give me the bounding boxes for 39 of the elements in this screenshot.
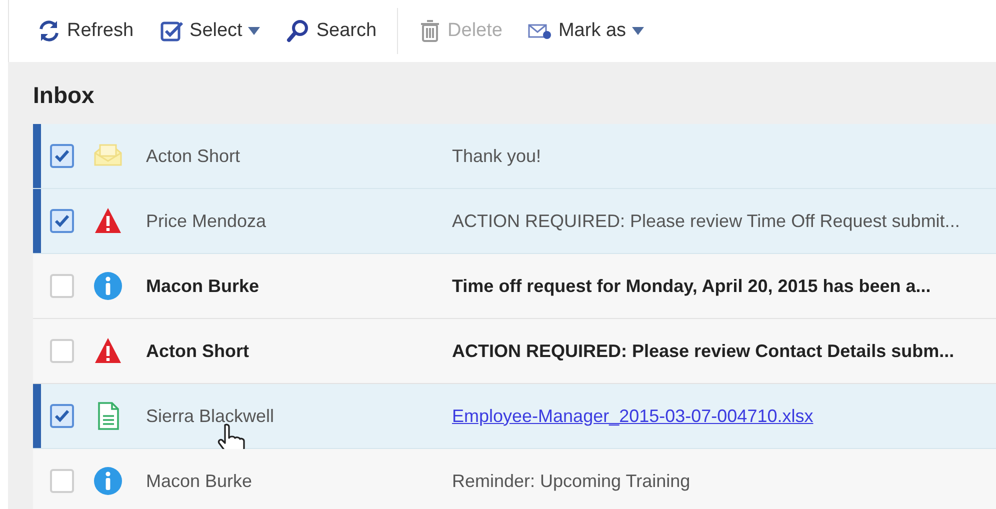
folder-title: Inbox bbox=[33, 81, 96, 110]
check-icon bbox=[54, 214, 70, 228]
checkbox[interactable] bbox=[50, 469, 74, 493]
info-icon bbox=[93, 466, 123, 496]
toolbar-button[interactable]: Refresh bbox=[27, 12, 144, 50]
checkbox[interactable] bbox=[50, 274, 74, 298]
warning-icon bbox=[93, 206, 123, 236]
toolbar-button[interactable]: Search bbox=[276, 12, 387, 50]
checkbox-icon bbox=[160, 19, 184, 43]
checkbox[interactable] bbox=[50, 404, 74, 428]
toolbar-button[interactable]: Select bbox=[150, 12, 270, 50]
sender-name: Macon Burke bbox=[146, 470, 254, 492]
warning-icon bbox=[93, 336, 123, 366]
check-icon bbox=[54, 149, 70, 163]
search-icon bbox=[286, 19, 310, 43]
sender-name: Macon Burke bbox=[146, 274, 260, 298]
checkbox[interactable] bbox=[50, 144, 74, 168]
message-subject: Time off request for Monday, April 20, 2015 has been a... bbox=[452, 274, 931, 298]
sender-name: Acton Short bbox=[146, 144, 242, 168]
message-subject: ACTION REQUIRED: Please review Time Off Request submit... bbox=[452, 210, 960, 233]
message-row[interactable]: Acton Short Thank you! bbox=[33, 124, 996, 189]
sender-name: Acton Short bbox=[146, 340, 250, 362]
message-subject: Reminder: Upcoming Training bbox=[452, 470, 690, 493]
checkbox[interactable] bbox=[50, 209, 74, 233]
check-icon bbox=[54, 409, 70, 423]
message-row[interactable]: Macon Burke Time off request for Monday, April 20, 2015 has been a... bbox=[33, 254, 996, 319]
sender-name: Price Mendoza bbox=[146, 210, 268, 232]
message-row[interactable]: Acton Short ACTION REQUIRED: Please review Contact Details subm... bbox=[33, 319, 996, 384]
message-row[interactable]: Macon Burke Reminder: Upcoming Training bbox=[33, 449, 996, 509]
message-subject: ACTION REQUIRED: Please review Contact Details subm... bbox=[452, 340, 954, 362]
message-row[interactable]: Price Mendoza ACTION REQUIRED: Please review Time Off Request submit... bbox=[33, 189, 996, 254]
info-icon bbox=[93, 271, 123, 301]
message-row[interactable]: Sierra Blackwell Employee-Manager_2015-03-07-004710.xlsx bbox=[33, 384, 996, 449]
attachment-link[interactable]: Employee-Manager_2015-03-07-004710.xlsx bbox=[452, 402, 814, 430]
message-subject: Thank you! bbox=[452, 144, 542, 168]
toolbar-button[interactable]: Mark as bbox=[518, 12, 654, 50]
refresh-icon bbox=[37, 19, 61, 43]
checkbox[interactable] bbox=[50, 339, 74, 363]
sender-name: Sierra Blackwell bbox=[146, 404, 276, 428]
